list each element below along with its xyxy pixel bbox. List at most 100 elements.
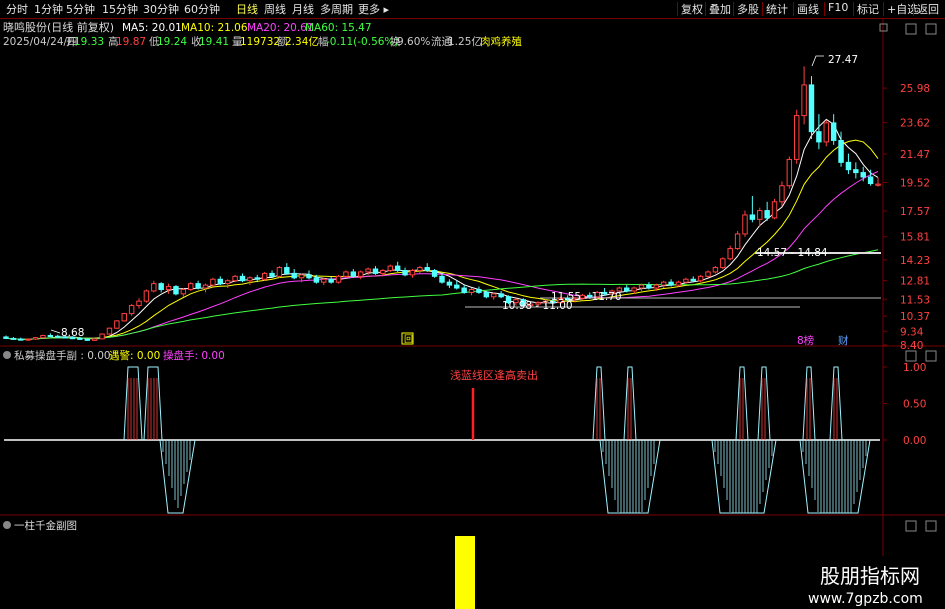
candle-body[interactable] xyxy=(476,288,482,293)
candle-body[interactable] xyxy=(25,338,31,341)
candle-body[interactable] xyxy=(18,338,24,341)
sub2-restore-icon[interactable] xyxy=(905,520,917,532)
candle-body[interactable] xyxy=(757,210,763,220)
candle-body[interactable] xyxy=(808,84,815,133)
candle-body[interactable] xyxy=(830,122,837,141)
candle-body[interactable] xyxy=(638,284,645,289)
sub1-restore-icon[interactable] xyxy=(905,350,917,362)
candle-body[interactable] xyxy=(261,272,268,280)
candle-body[interactable] xyxy=(675,281,682,286)
candle-body[interactable] xyxy=(394,265,401,271)
candle-body[interactable] xyxy=(114,320,120,329)
tab-9[interactable]: 多周期 xyxy=(320,1,353,17)
candle-body[interactable] xyxy=(84,338,91,341)
tab-8[interactable]: 月线 xyxy=(292,1,314,17)
candle-body[interactable] xyxy=(158,283,164,290)
candle-body[interactable] xyxy=(779,185,785,203)
candle-body[interactable] xyxy=(801,84,807,117)
candle-body[interactable] xyxy=(40,335,46,339)
candle-body[interactable] xyxy=(335,275,342,283)
candle-body[interactable] xyxy=(845,161,852,171)
candle-body[interactable] xyxy=(409,269,416,276)
candle-body[interactable] xyxy=(491,293,497,298)
candle-body[interactable] xyxy=(195,283,201,289)
candle-body[interactable] xyxy=(483,291,490,298)
candle-body[interactable] xyxy=(764,210,770,219)
candle-body[interactable] xyxy=(461,287,467,293)
candle-body[interactable] xyxy=(498,293,504,298)
panel-restore-icon[interactable] xyxy=(905,23,917,35)
candle-body[interactable] xyxy=(313,277,320,283)
candle-body[interactable] xyxy=(321,278,327,283)
candle-body[interactable] xyxy=(47,335,54,338)
candle-body[interactable] xyxy=(276,267,283,277)
candle-body[interactable] xyxy=(624,287,630,292)
candle-body[interactable] xyxy=(350,271,357,277)
tab-6[interactable]: 日线 xyxy=(236,1,258,17)
tab-3[interactable]: 15分钟 xyxy=(102,1,138,17)
toolbar-button-3[interactable]: 统计 xyxy=(766,1,788,17)
candle-body[interactable] xyxy=(217,278,224,285)
candle-body[interactable] xyxy=(631,287,637,292)
tab-7[interactable]: 周线 xyxy=(264,1,286,17)
tab-2[interactable]: 5分钟 xyxy=(66,1,95,17)
candle-body[interactable] xyxy=(454,284,460,289)
candle-body[interactable] xyxy=(224,280,231,285)
candle-body[interactable] xyxy=(365,268,371,273)
candle-body[interactable] xyxy=(749,214,756,220)
candle-body[interactable] xyxy=(372,268,379,274)
candle-body[interactable] xyxy=(202,284,209,289)
tab-4[interactable]: 30分钟 xyxy=(143,1,179,17)
candle-body[interactable] xyxy=(727,248,733,260)
toolbar-button-8[interactable]: 返回 xyxy=(917,1,939,17)
candle-body[interactable] xyxy=(690,278,696,282)
tab-10[interactable]: 更多 ▸ xyxy=(358,1,389,17)
candle-body[interactable] xyxy=(32,337,39,340)
sub1-menu-icon[interactable] xyxy=(3,351,11,359)
tab-1[interactable]: 1分钟 xyxy=(34,1,63,17)
toolbar-button-1[interactable]: 叠加 xyxy=(709,1,731,17)
candle-body[interactable] xyxy=(306,274,312,279)
candle-body[interactable] xyxy=(712,267,719,273)
candle-body[interactable] xyxy=(269,272,275,277)
candle-body[interactable] xyxy=(143,290,150,302)
candle-body[interactable] xyxy=(188,283,194,290)
candle-body[interactable] xyxy=(128,305,135,315)
candle-body[interactable] xyxy=(357,271,364,277)
candle-body[interactable] xyxy=(683,278,689,283)
candle-body[interactable] xyxy=(793,115,800,160)
sub1-close-icon[interactable] xyxy=(925,350,937,362)
candle-body[interactable] xyxy=(720,258,726,269)
candle-body[interactable] xyxy=(867,176,874,185)
candle-body[interactable] xyxy=(151,283,157,292)
candle-body[interactable] xyxy=(838,139,844,163)
toolbar-button-0[interactable]: 复权 xyxy=(681,1,703,17)
candle-body[interactable] xyxy=(232,275,238,282)
candle-body[interactable] xyxy=(439,275,445,283)
candle-body[interactable] xyxy=(875,183,881,186)
candle-body[interactable] xyxy=(771,201,778,219)
toolbar-button-2[interactable]: 多股 xyxy=(737,1,759,17)
candle-body[interactable] xyxy=(668,281,674,286)
candle-body[interactable] xyxy=(431,269,438,277)
candle-body[interactable] xyxy=(10,337,17,340)
chart-canvas[interactable]: 25.98 23.62 21.47 19.52 17.57 15.81 14.23 12.81… xyxy=(0,0,945,609)
candle-body[interactable] xyxy=(380,269,386,274)
tab-5[interactable]: 60分钟 xyxy=(184,1,220,17)
candle-body[interactable] xyxy=(173,286,179,295)
candle-body[interactable] xyxy=(121,313,127,322)
toolbar-button-6[interactable]: 标记 xyxy=(857,1,879,17)
candle-body[interactable] xyxy=(328,278,334,283)
candle-body[interactable] xyxy=(786,158,793,187)
candle-body[interactable] xyxy=(3,336,9,339)
candle-body[interactable] xyxy=(91,338,98,341)
candle-body[interactable] xyxy=(239,275,246,282)
candle-body[interactable] xyxy=(660,281,667,286)
candle-body[interactable] xyxy=(180,288,187,295)
candle-body[interactable] xyxy=(417,267,423,271)
candle-body[interactable] xyxy=(284,267,290,274)
candle-body[interactable] xyxy=(734,233,741,250)
candle-body[interactable] xyxy=(860,172,866,178)
candle-body[interactable] xyxy=(247,277,253,282)
candle-body[interactable] xyxy=(291,272,297,279)
